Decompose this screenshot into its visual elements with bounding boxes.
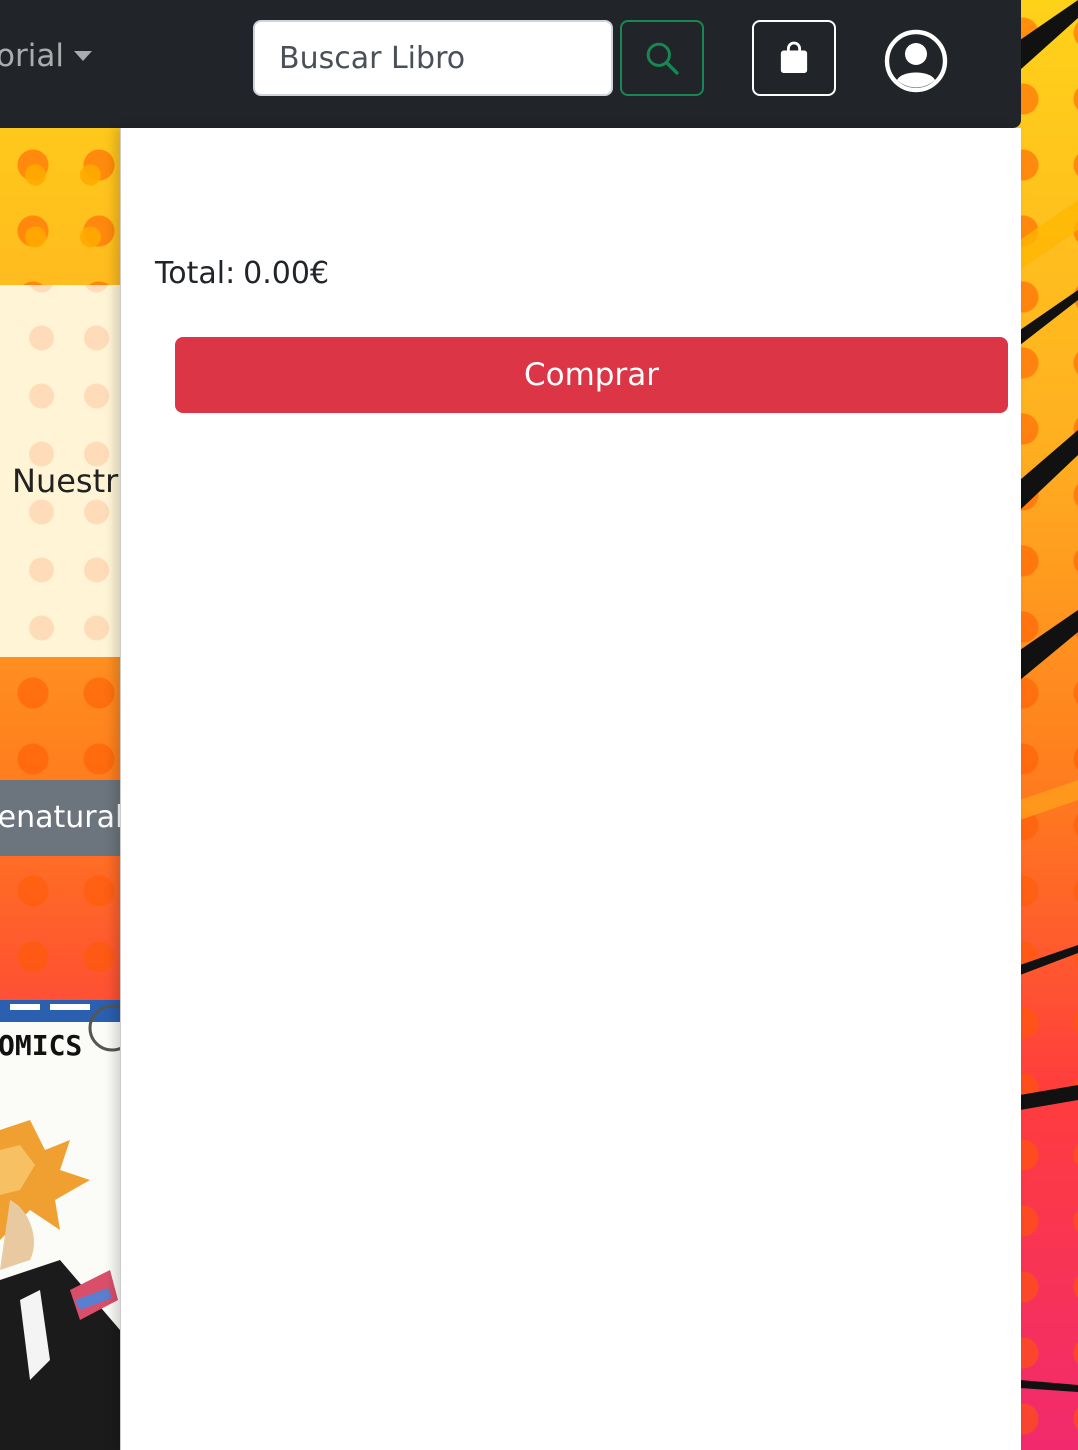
editorial-dropdown[interactable]: orial [0,38,92,74]
page: Nuestra renatural OMICS orial [0,0,1078,1450]
search-icon [646,42,679,75]
cart-total-label: Total: [155,256,236,291]
buy-button[interactable]: Comprar [175,337,1008,413]
cover-publisher-text: OMICS [0,1029,82,1062]
cart-offcanvas: Total: 0.00€ Comprar [120,128,1021,1450]
manga-cover-image[interactable]: OMICS [0,1000,122,1450]
manga-cover-art: OMICS [0,1000,122,1450]
comic-rays-decoration [1020,0,1078,1392]
navbar: orial [0,0,1021,128]
halftone-dots-top [0,128,122,285]
search-button[interactable] [620,20,704,96]
search-input[interactable] [253,20,613,96]
cart-total-value: 0.00€ [243,256,330,291]
user-account-button[interactable] [884,29,948,93]
caret-down-icon [73,51,92,61]
cart-button[interactable] [752,20,836,96]
genre-tag[interactable]: renatural [0,780,122,856]
shopping-bag-icon [780,41,808,73]
promo-heading: Nuestra [12,462,138,500]
genre-tag-label: renatural [0,800,122,835]
user-circle-icon [884,29,948,93]
cart-total: Total: 0.00€ [155,256,329,291]
editorial-dropdown-label: orial [0,38,64,74]
